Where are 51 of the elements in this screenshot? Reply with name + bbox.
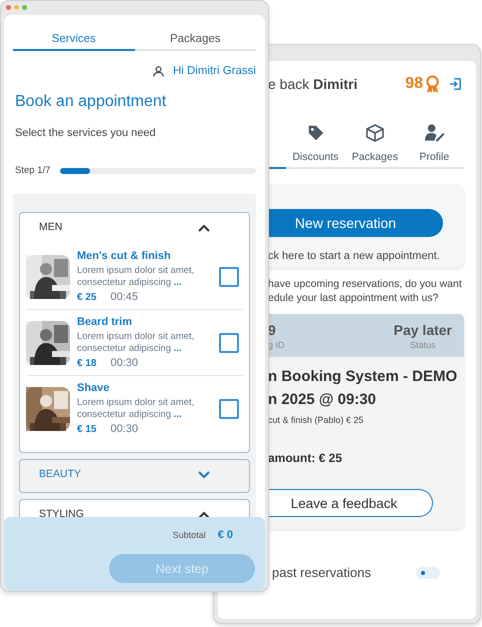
- more-link[interactable]: ...: [174, 409, 182, 420]
- booking-date: n 2025 @ 09:30: [268, 390, 378, 410]
- past-reservations-label: past reservations: [271, 565, 372, 580]
- service-price: € 15: [77, 424, 96, 435]
- logout-icon[interactable]: [449, 78, 461, 90]
- points-count: 98: [405, 75, 423, 93]
- tab[interactable]: Services: [13, 30, 134, 51]
- status-text: Pay later: [394, 322, 452, 338]
- service-price: € 18: [77, 358, 96, 369]
- chevron-up-icon: [198, 224, 210, 232]
- subtotal-label: Subtotal: [172, 530, 206, 540]
- greeting-text: e back Dimitri: [268, 76, 358, 92]
- service-description: Lorem ipsum dolor sit amet, consectetur adipiscing ...: [77, 265, 196, 289]
- page-title: Book an appointment: [15, 93, 168, 111]
- more-link[interactable]: ...: [174, 277, 182, 288]
- user-link[interactable]: Hi Dimitri Grassi: [172, 65, 256, 77]
- nav-tab[interactable]: Profile: [404, 123, 464, 167]
- nav-tab[interactable]: Packages: [345, 123, 405, 167]
- service-duration: 00:30: [110, 357, 138, 369]
- tab[interactable]: Packages: [134, 30, 256, 51]
- chevron-down-icon: [198, 470, 210, 478]
- service-description: Lorem ipsum dolor sit amet, consectetur adipiscing ...: [77, 397, 196, 421]
- service-name: Beard trim: [77, 316, 134, 328]
- service-checkbox[interactable]: [219, 332, 239, 352]
- new-reservation-button[interactable]: New reservation: [268, 209, 443, 237]
- service-description: Lorem ipsum dolor sit amet, consectetur adipiscing ...: [77, 331, 196, 355]
- medal-icon: [425, 74, 440, 94]
- user-edit-icon: [424, 123, 445, 143]
- booking-title: n Booking System - DEMO: [268, 367, 458, 387]
- service-name: Men's cut & finish: [77, 250, 172, 262]
- service-duration: 00:45: [110, 291, 138, 303]
- step-label: Step 1/7: [15, 165, 50, 176]
- nav-tab[interactable]: Discounts: [286, 123, 346, 167]
- more-link[interactable]: ...: [174, 343, 182, 354]
- category-header[interactable]: MEN: [20, 221, 249, 234]
- feedback-button[interactable]: Leave a feedback: [268, 489, 433, 517]
- tag-icon: [306, 123, 324, 143]
- user-icon: [152, 66, 164, 76]
- service-duration: 00:30: [110, 423, 138, 435]
- booking-total: amount: € 25: [268, 451, 344, 465]
- booking-id: 9: [268, 322, 277, 338]
- service-checkbox[interactable]: [219, 398, 239, 418]
- chevron-up-icon: [198, 510, 210, 518]
- past-reservations-toggle[interactable]: [416, 566, 440, 578]
- box-icon: [364, 123, 385, 143]
- subtotal-value: € 0: [218, 529, 233, 541]
- service-name: Shave: [77, 382, 110, 394]
- subtitle-text: Select the services you need: [15, 127, 157, 139]
- service-price: € 25: [77, 292, 96, 303]
- service-checkbox[interactable]: [219, 266, 239, 286]
- status-label: Status: [410, 340, 436, 350]
